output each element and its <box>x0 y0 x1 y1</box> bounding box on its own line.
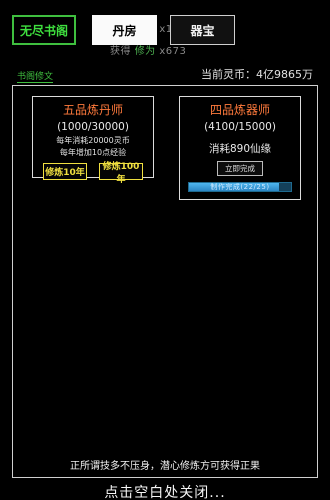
progress-bar-text: 制作完成(22/25) <box>210 183 270 191</box>
section-label[interactable]: 书阁修文 <box>17 69 54 83</box>
tab-endless-library[interactable]: 无尽书阁 <box>12 15 76 45</box>
tab-pill-room[interactable]: 丹房 <box>92 15 157 45</box>
tab-artifact[interactable]: 器宝 <box>170 15 235 45</box>
train-100-years-button[interactable]: 修炼100年 <box>99 162 143 185</box>
card-desc-line1: 每年消耗20000灵币 <box>56 136 130 145</box>
toast-qty: x673 <box>159 46 187 57</box>
refiner-card: 四品炼器师 (4100/15000) 消耗890仙缘 立即完成 制作完成(22/… <box>179 96 301 200</box>
craft-progress-bar: 制作完成(22/25) <box>188 182 292 192</box>
card-progress: (4100/15000) <box>204 121 276 133</box>
train-buttons: 修炼10年 修炼100年 <box>33 157 153 185</box>
close-hint[interactable]: 点击空白处关闭... <box>0 482 330 500</box>
toast-verb: 获得 <box>110 46 131 57</box>
finish-now-button[interactable]: 立即完成 <box>217 161 263 176</box>
card-title: 五品炼丹师 <box>62 103 123 117</box>
card-desc-line2: 每年增加10点经验 <box>59 148 127 157</box>
motto-text: 正所谓技多不压身，潜心修炼方可获得正果 <box>70 461 260 472</box>
card-cost: 消耗890仙缘 <box>208 143 272 155</box>
main-panel: 五品炼丹师 (1000/30000) 每年消耗20000灵币 每年增加10点经验… <box>12 85 318 478</box>
currency-display: 当前灵币：4亿9865万 <box>201 68 313 81</box>
train-10-years-button[interactable]: 修炼10年 <box>43 163 87 180</box>
toast-item: 修为 <box>134 46 156 57</box>
card-title: 四品炼器师 <box>209 103 270 117</box>
card-progress: (1000/30000) <box>57 121 129 133</box>
alchemist-card: 五品炼丹师 (1000/30000) 每年消耗20000灵币 每年增加10点经验… <box>32 96 154 185</box>
